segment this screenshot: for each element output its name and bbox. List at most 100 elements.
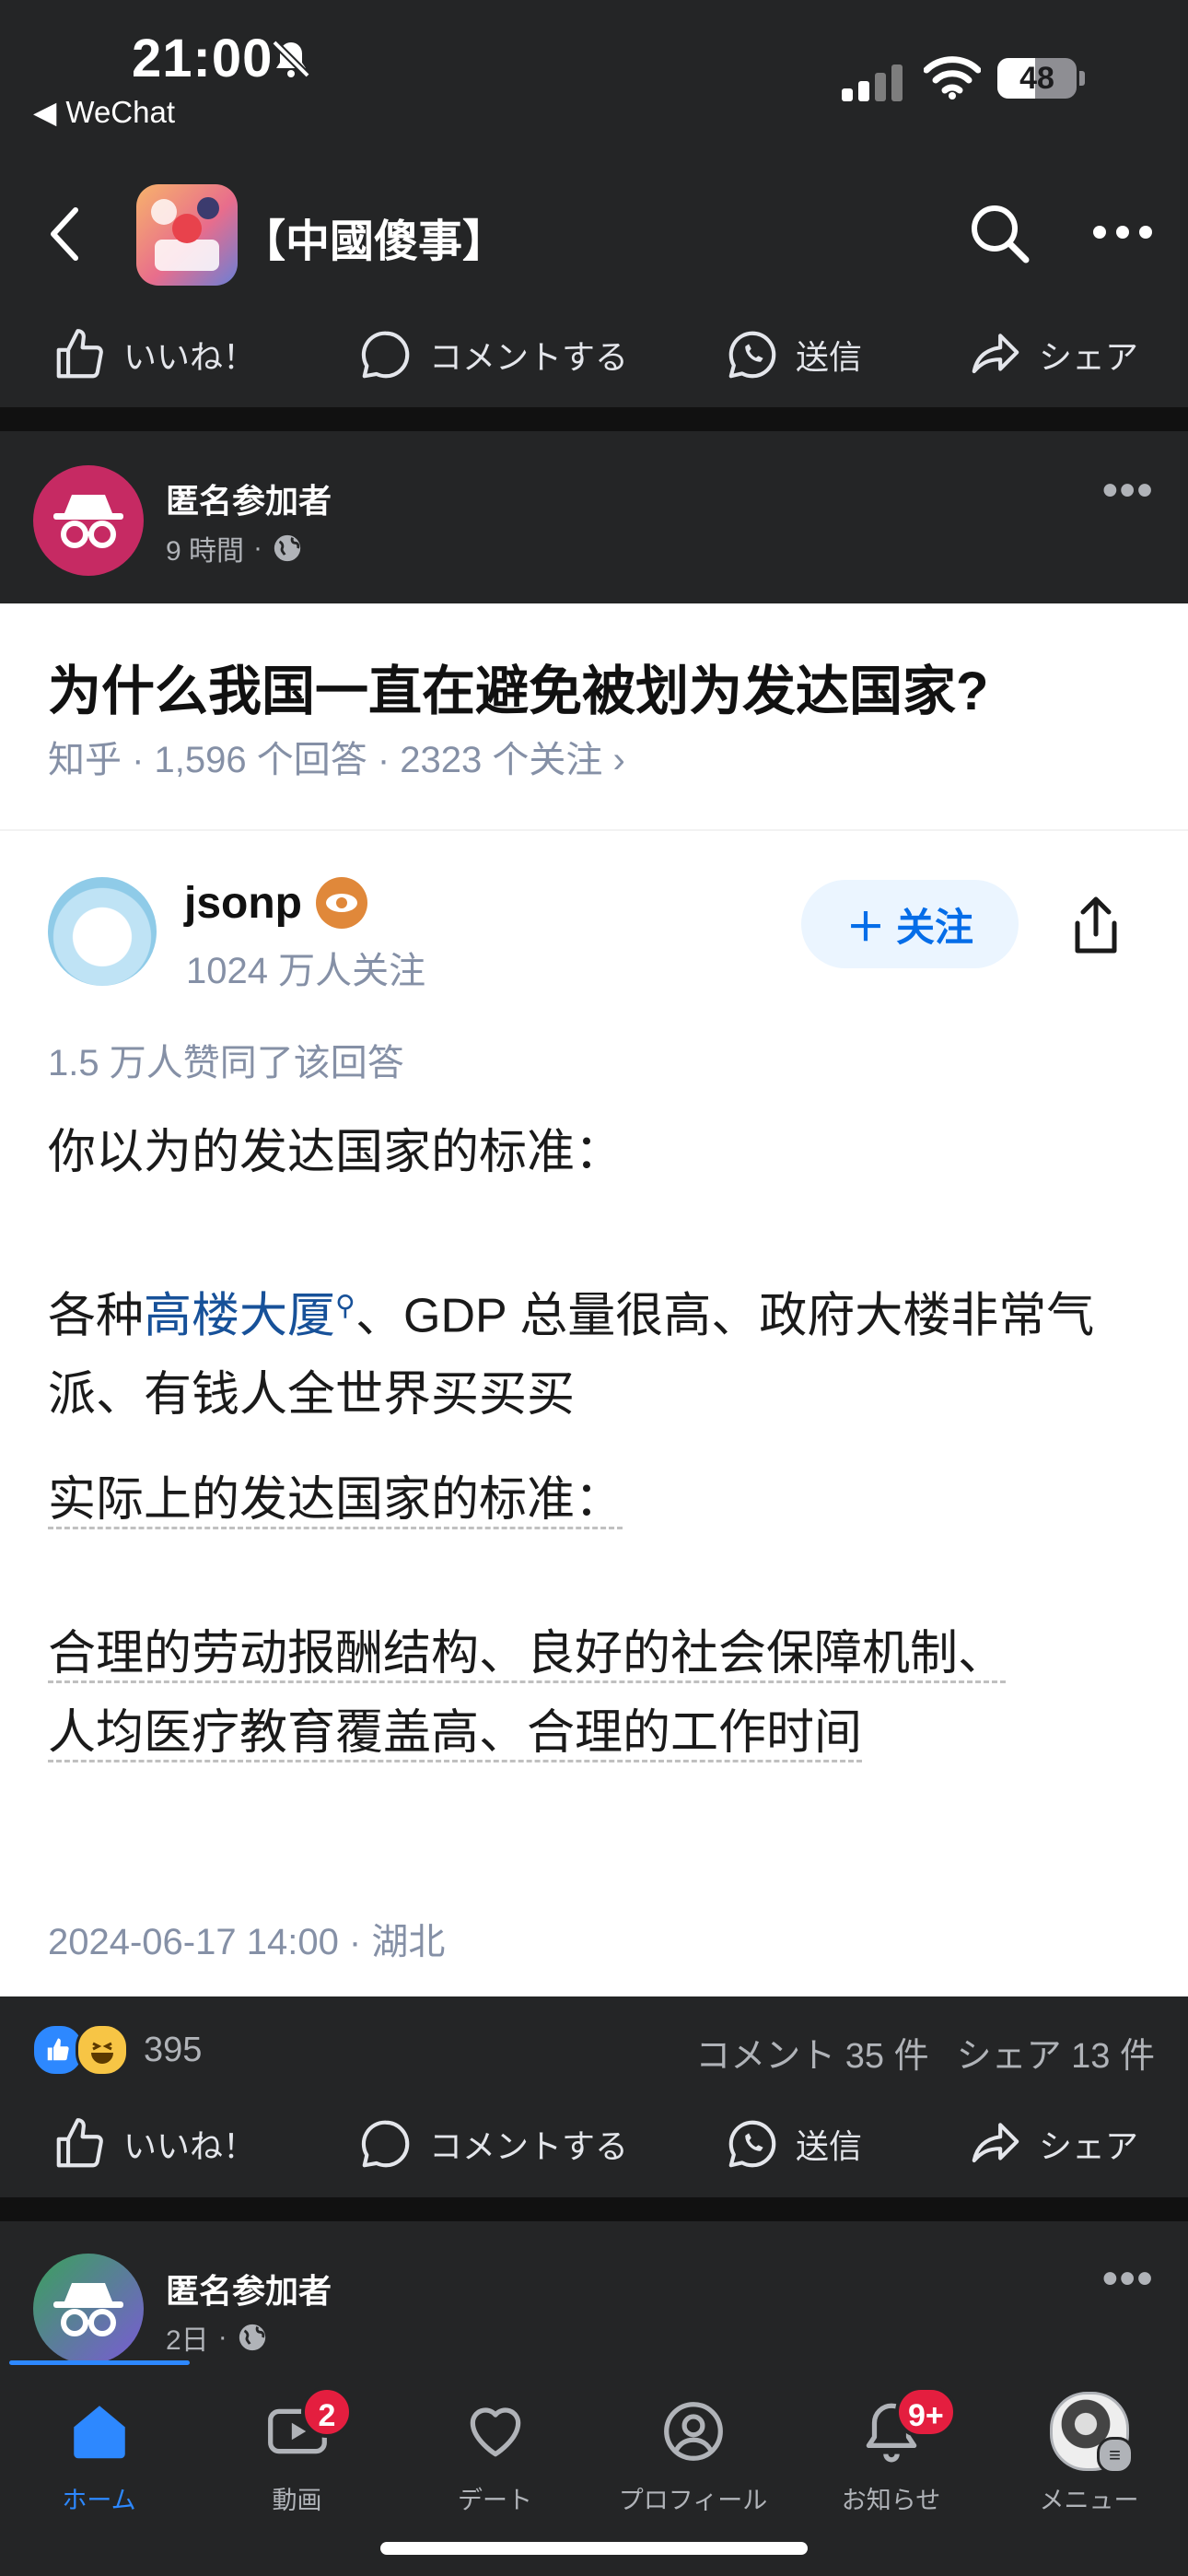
comment-bubble-icon bbox=[361, 2120, 410, 2168]
nav-notifications-label: お知らせ bbox=[841, 2487, 941, 2514]
answer-votes: 1.5 万人赞同了该回答 bbox=[48, 1043, 404, 1083]
like-label: いいね！ bbox=[123, 338, 257, 376]
whatsapp-icon bbox=[728, 2120, 776, 2168]
anonymous-avatar[interactable] bbox=[33, 465, 144, 576]
battery-level: 48 bbox=[1019, 61, 1054, 96]
anonymous-incognito-icon bbox=[53, 495, 123, 548]
answerer-name: jsonp bbox=[184, 879, 302, 928]
post-action-bar: いいね！ コメントする 送信 シェア bbox=[0, 2093, 1188, 2195]
back-triangle-icon: ◀ bbox=[33, 95, 57, 129]
post-image-zhihu-answer[interactable]: 为什么我国一直在避免被划为发达国家? 知乎 · 1,596 个回答 · 2323… bbox=[0, 603, 1188, 1996]
active-tab-indicator bbox=[9, 2360, 190, 2365]
group-avatar[interactable] bbox=[136, 184, 238, 286]
search-keyword-icon: ⚲ bbox=[335, 1291, 356, 1321]
search-icon[interactable] bbox=[967, 201, 1031, 265]
anonymous-incognito-icon bbox=[53, 2283, 123, 2336]
share-upload-icon bbox=[1066, 894, 1125, 958]
post-send-button[interactable]: 送信 bbox=[724, 2115, 862, 2172]
cellular-signal-icon bbox=[840, 63, 904, 101]
like-button[interactable]: いいね！ bbox=[52, 326, 256, 383]
bell-muted-icon bbox=[269, 37, 313, 81]
profile-icon bbox=[663, 2402, 723, 2461]
answerer-followers: 1024 万人关注 bbox=[186, 951, 426, 991]
comment-button[interactable]: コメントする bbox=[357, 326, 628, 383]
para4-line2: 人均医疗教育覆盖高、合理的工作时间 bbox=[48, 1706, 863, 1762]
answer-date: 2024-06-17 14:00 · 湖北 bbox=[48, 1922, 446, 1962]
nav-dating[interactable]: デート bbox=[396, 2390, 594, 2516]
meta-separator: · bbox=[217, 2322, 227, 2352]
nav-home[interactable]: ホーム bbox=[0, 2390, 198, 2516]
post-more-options-icon[interactable]: ••• bbox=[1102, 2254, 1154, 2304]
comment-bubble-icon bbox=[361, 331, 410, 379]
comment-count[interactable]: コメント 35 件 bbox=[695, 2027, 928, 2078]
share-arrow-icon bbox=[972, 334, 1019, 374]
answerer-avatar bbox=[48, 877, 157, 986]
send-label: 送信 bbox=[796, 2127, 863, 2165]
post-time: 2日 bbox=[166, 2325, 209, 2356]
share-arrow-icon bbox=[972, 2123, 1019, 2163]
back-button[interactable] bbox=[46, 205, 83, 263]
para4-line1: 合理的劳动报酬结构、良好的社会保障机制、 bbox=[48, 1627, 1007, 1683]
more-options-icon[interactable] bbox=[1092, 225, 1153, 240]
back-to-wechat-link[interactable]: ◀ WeChat bbox=[33, 94, 175, 130]
post-time: 9 時間 bbox=[166, 536, 245, 567]
follow-button: ＋ 关注 bbox=[801, 880, 1019, 968]
globe-icon bbox=[274, 534, 301, 562]
share-button[interactable]: シェア bbox=[967, 326, 1138, 383]
answer-paragraph-3: 实际上的发达国家的标准： bbox=[48, 1460, 1144, 1540]
home-icon bbox=[73, 2406, 125, 2459]
section-divider bbox=[0, 2197, 1188, 2221]
battery-icon: 48 bbox=[997, 58, 1077, 99]
anonymous-avatar[interactable] bbox=[33, 2254, 144, 2364]
comment-label: コメントする bbox=[429, 2127, 629, 2165]
nav-video[interactable]: 2 動画 bbox=[198, 2386, 396, 2516]
group-action-bar: いいね！ コメントする 送信 シェア bbox=[0, 304, 1188, 405]
post-author[interactable]: 匿名参加者 bbox=[166, 2265, 332, 2313]
share-label: シェア bbox=[1039, 338, 1139, 376]
post-like-button[interactable]: いいね！ bbox=[52, 2115, 256, 2172]
globe-icon bbox=[239, 2324, 265, 2351]
reaction-count: 395 bbox=[144, 2030, 203, 2069]
whatsapp-icon bbox=[728, 331, 776, 379]
plus-icon: ＋ bbox=[845, 905, 885, 949]
send-button[interactable]: 送信 bbox=[724, 326, 862, 383]
post-meta: 9 時間 · bbox=[166, 528, 303, 568]
share-count[interactable]: シェア 13 件 bbox=[957, 2027, 1155, 2078]
post-author[interactable]: 匿名参加者 bbox=[166, 474, 332, 522]
menu-profile-avatar: ≡ bbox=[1049, 2392, 1134, 2474]
group-title[interactable]: 【中國傻事】 bbox=[241, 205, 507, 269]
nav-menu-label: メニュー bbox=[1039, 2487, 1139, 2514]
post-share-button[interactable]: シェア bbox=[967, 2115, 1138, 2172]
home-indicator[interactable] bbox=[380, 2542, 808, 2555]
card-divider bbox=[0, 829, 1188, 831]
nav-dating-label: デート bbox=[458, 2487, 532, 2514]
dating-heart-icon bbox=[470, 2407, 520, 2457]
meta-separator: · bbox=[253, 533, 263, 563]
engagement-counts: コメント 35 件 シェア 13 件 bbox=[695, 2027, 1155, 2078]
menu-hamburger-icon: ≡ bbox=[1096, 2437, 1134, 2474]
answer-paragraph-2: 各种高楼大厦⚲、GDP 总量很高、政府大楼非常气派、有钱人全世界买买买 bbox=[48, 1267, 1144, 1434]
keyword-link: 高楼大厦 bbox=[144, 1289, 336, 1343]
question-title: 为什么我国一直在避免被划为发达国家? bbox=[48, 662, 989, 721]
nav-profile-label: プロフィール bbox=[618, 2487, 768, 2514]
like-label: いいね！ bbox=[123, 2127, 257, 2165]
wifi-icon bbox=[924, 55, 981, 100]
thumbs-up-icon bbox=[56, 2118, 103, 2168]
answer-paragraph-1: 你以为的发达国家的标准： bbox=[48, 1126, 623, 1179]
nav-home-label: ホーム bbox=[62, 2487, 136, 2514]
answer-paragraph-4: 合理的劳动报酬结构、良好的社会保障机制、 人均医疗教育覆盖高、合理的工作时间 bbox=[48, 1614, 1144, 1773]
haha-reaction-icon bbox=[76, 2023, 129, 2077]
reactions-summary[interactable]: 395 bbox=[31, 2023, 202, 2077]
section-divider bbox=[0, 407, 1188, 431]
nav-menu[interactable]: ≡ メニュー bbox=[990, 2390, 1188, 2516]
verified-eye-badge-icon bbox=[316, 877, 367, 929]
para2-prefix: 各种 bbox=[48, 1289, 145, 1343]
comment-label: コメントする bbox=[429, 338, 629, 376]
post-comment-button[interactable]: コメントする bbox=[357, 2115, 628, 2172]
nav-notifications[interactable]: 9+ お知らせ bbox=[792, 2386, 990, 2516]
status-time: 21:00 bbox=[132, 29, 274, 88]
follow-label: 关注 bbox=[896, 905, 974, 949]
back-app-label: WeChat bbox=[65, 94, 176, 129]
post-more-options-icon[interactable]: ••• bbox=[1102, 465, 1154, 516]
nav-profile[interactable]: プロフィール bbox=[594, 2390, 792, 2516]
